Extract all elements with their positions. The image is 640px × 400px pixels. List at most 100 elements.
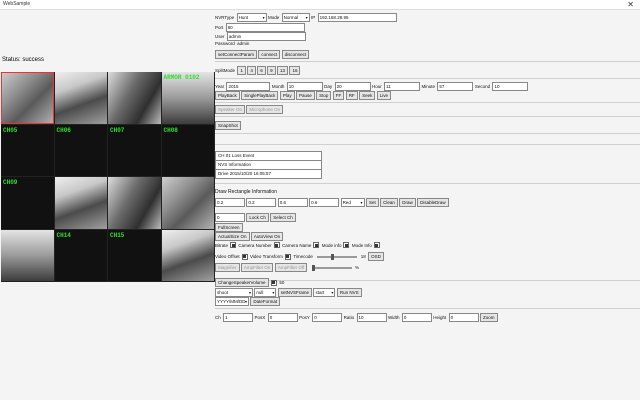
port-input[interactable]: 80: [225, 23, 305, 32]
draw-x-input[interactable]: 0.2: [215, 198, 245, 207]
year-input[interactable]: 2015: [226, 82, 271, 91]
fast-forward-button[interactable]: FF: [332, 91, 345, 100]
camera-number-checkbox[interactable]: [273, 242, 280, 248]
date-format-select[interactable]: YYYY/MM/DD: [215, 297, 249, 306]
video-cell[interactable]: CH09: [1, 177, 54, 229]
camera-name-checkbox[interactable]: [313, 242, 320, 248]
video-cell[interactable]: [1, 72, 54, 124]
minute-input[interactable]: 57: [437, 82, 474, 91]
split-16-button[interactable]: 16: [289, 66, 301, 75]
magnifier-button[interactable]: Magnifier: [215, 263, 240, 272]
amp-filter-on-button[interactable]: AmpFilter On: [240, 263, 274, 272]
lock-ch-button[interactable]: Lock Ch: [246, 213, 269, 222]
split-mode-label: SplitMode: [215, 68, 236, 73]
null-select[interactable]: null: [254, 288, 277, 297]
video-cell[interactable]: [54, 177, 107, 229]
live-button[interactable]: Live: [376, 91, 391, 100]
disable-draw-button[interactable]: DisableDraw: [417, 198, 449, 207]
connect-button[interactable]: connect: [258, 50, 281, 59]
split-13-button[interactable]: 13: [277, 66, 289, 75]
channel-label: CH14: [56, 231, 71, 239]
password-input[interactable]: admin: [237, 41, 249, 46]
pos-x-input[interactable]: 0: [267, 313, 298, 322]
playback-button[interactable]: PlayBack: [215, 91, 240, 100]
video-cell[interactable]: [161, 177, 214, 229]
video-cell[interactable]: CH15: [108, 229, 161, 281]
slider-knob[interactable]: [331, 253, 335, 260]
ratio-input[interactable]: 10: [356, 313, 387, 322]
change-speaker-volume-button[interactable]: ChangeSpeakerVolume: [215, 278, 269, 287]
zoom-button[interactable]: Zoom: [480, 313, 498, 322]
shoot-select[interactable]: shoot: [215, 288, 253, 297]
mode-select[interactable]: Normal: [281, 13, 310, 22]
set-nvs-frame-button[interactable]: setNVSFrame: [277, 288, 313, 297]
set-connect-param-button[interactable]: setConnectParam: [215, 50, 258, 59]
magnifier-slider[interactable]: [311, 264, 352, 271]
month-input[interactable]: 10: [286, 82, 323, 91]
volume-checkbox[interactable]: [270, 279, 277, 286]
video-cell[interactable]: [1, 229, 54, 281]
osd-button[interactable]: OSD: [368, 252, 384, 261]
video-cell[interactable]: CH08: [161, 124, 214, 176]
auto-view-button[interactable]: AutoView On: [250, 232, 284, 241]
osd-slider[interactable]: [317, 253, 358, 260]
height-label: Height: [433, 315, 447, 320]
video-cell[interactable]: CH06: [54, 124, 107, 176]
video-cell[interactable]: CH07: [108, 124, 161, 176]
pos-y-input[interactable]: 0: [312, 313, 343, 322]
hour-input[interactable]: 11: [384, 82, 421, 91]
video-cell[interactable]: [108, 72, 161, 124]
draw-color-select[interactable]: Red: [340, 198, 365, 207]
select-ch-button[interactable]: Select Ch: [270, 213, 296, 222]
day-input[interactable]: 20: [334, 82, 371, 91]
bitrate-checkbox[interactable]: [230, 242, 237, 248]
set-button[interactable]: Set: [365, 198, 379, 207]
clean-button[interactable]: Clean: [380, 198, 398, 207]
video-cell[interactable]: [108, 177, 161, 229]
draw-y-input[interactable]: 0.2: [246, 198, 277, 207]
disconnect-button[interactable]: disconnect: [281, 50, 310, 59]
split-9-button[interactable]: 9: [267, 66, 276, 75]
stop-button[interactable]: Stop: [316, 91, 332, 100]
video-cell[interactable]: [54, 72, 107, 124]
draw-h-input[interactable]: 0.6: [309, 198, 340, 207]
microphone-on-button[interactable]: Microphone On: [246, 105, 284, 114]
video-cell[interactable]: ARMOR 0102: [161, 72, 214, 124]
video-cell[interactable]: CH14: [54, 229, 107, 281]
height-input[interactable]: 0: [448, 313, 479, 322]
draw-w-input[interactable]: 0.6: [277, 198, 308, 207]
draw-button[interactable]: Draw: [399, 198, 416, 207]
zoom-ch-input[interactable]: 1: [223, 313, 254, 322]
user-input[interactable]: admin: [226, 32, 306, 41]
mode-info-2-checkbox[interactable]: [373, 242, 380, 248]
date-format-button[interactable]: DateFormat: [250, 297, 281, 306]
ip-input[interactable]: 192.168.28.95: [317, 13, 397, 22]
split-6-button[interactable]: 6: [257, 66, 266, 75]
amp-filter-off-button[interactable]: AmpFilter Off: [274, 263, 308, 272]
split-1-button[interactable]: 1: [237, 66, 246, 75]
start-select[interactable]: start: [313, 288, 336, 297]
fullscreen-button[interactable]: FullScreen: [215, 223, 243, 232]
slider-knob[interactable]: [311, 264, 315, 271]
video-cell[interactable]: [161, 229, 214, 281]
close-icon[interactable]: ✕: [627, 0, 634, 9]
split-4-button[interactable]: 4: [247, 66, 256, 75]
pause-button[interactable]: Pause: [295, 91, 315, 100]
play-button[interactable]: Play: [279, 91, 295, 100]
rewind-button[interactable]: RF: [345, 91, 358, 100]
second-input[interactable]: 10: [492, 82, 529, 91]
nvr-type-select[interactable]: Hunt: [236, 13, 267, 22]
speaker-on-button[interactable]: Speaker On: [215, 105, 246, 114]
minute-label: Minute: [421, 84, 436, 89]
width-input[interactable]: 0: [401, 313, 432, 322]
snapshot-button[interactable]: SnapShot: [215, 121, 241, 130]
video-cell[interactable]: CH05: [1, 124, 54, 176]
seek-button[interactable]: Seek: [359, 91, 376, 100]
run-nvs-button[interactable]: Run NVS: [336, 288, 362, 297]
single-playback-button[interactable]: SinglePlayBack: [241, 91, 279, 100]
video-offset-checkbox[interactable]: [241, 253, 248, 260]
actual-size-button[interactable]: ActualSize On: [215, 232, 250, 241]
mode-info-checkbox[interactable]: [343, 242, 350, 248]
video-transform-checkbox[interactable]: [284, 253, 291, 260]
channel-input[interactable]: 0: [215, 213, 245, 222]
